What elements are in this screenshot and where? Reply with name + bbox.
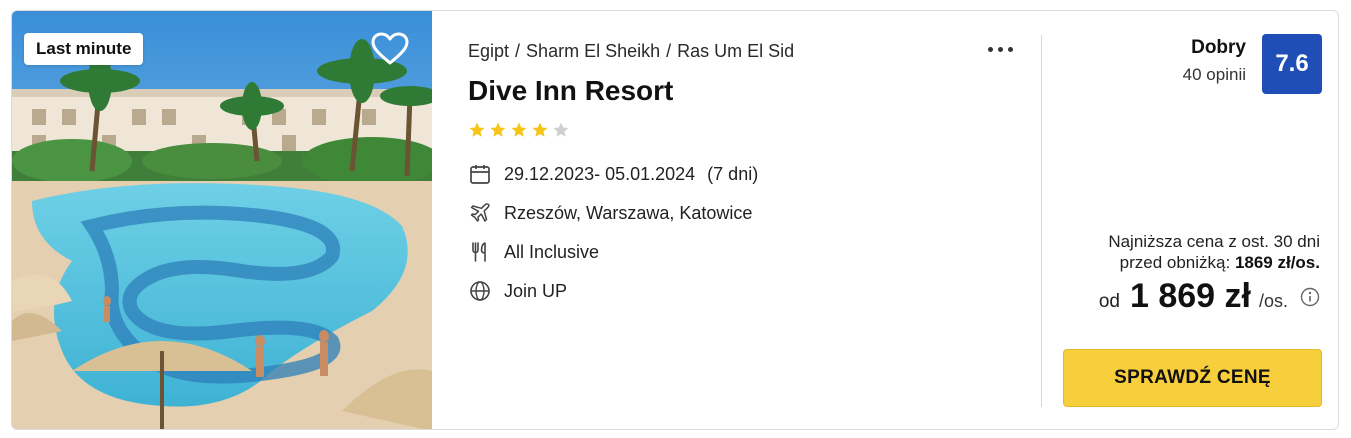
board-row: All Inclusive (468, 239, 599, 265)
departures-row: Rzeszów, Warszawa, Katowice (468, 200, 752, 226)
lowest-price-note: Najniższa cena z ost. 30 dni przed obniż… (1108, 231, 1320, 273)
cutlery-icon (472, 242, 486, 262)
operator-text: Join UP (504, 280, 568, 301)
star-rating (468, 121, 573, 139)
globe-icon (470, 281, 490, 301)
column-divider (1041, 35, 1042, 407)
plane-icon (470, 203, 490, 222)
star-filled-icon (469, 122, 485, 137)
price-prefix: od (1098, 291, 1120, 312)
star-empty-icon (553, 122, 569, 137)
check-price-button[interactable]: SPRAWDŹ CENĘ (1063, 349, 1322, 407)
star-filled-icon (490, 122, 506, 137)
board-text: All Inclusive (504, 241, 600, 262)
breadcrumb-city[interactable]: Ras Um El Sid (677, 41, 794, 61)
last-minute-badge: Last minute (24, 33, 144, 65)
breadcrumb-region[interactable]: Sharm El Sheikh (526, 41, 660, 61)
dates-row: 29.12.2023- 05.01.2024 (7 dni) (468, 161, 758, 187)
dates-text: 29.12.2023- 05.01.2024 (504, 163, 696, 184)
duration-text: (7 dni) (707, 163, 759, 184)
calendar-icon (470, 165, 490, 184)
lowest-price-value: 1869 zł/os. (1234, 253, 1320, 272)
breadcrumb: Egipt / Sharm El Sheikh / Ras Um El Sid (468, 41, 795, 61)
info-icon[interactable] (1300, 287, 1320, 307)
offer-card[interactable]: Last minute Egipt / Sharm El Sheikh / Ras Um… (11, 10, 1339, 430)
hotel-photo[interactable]: Last minute (12, 11, 432, 429)
star-filled-icon (511, 122, 527, 137)
heart-icon[interactable] (370, 31, 410, 67)
rating-word: Dobry (1191, 37, 1246, 58)
operator-row: Join UP (468, 278, 567, 304)
rating-score-badge: 7.6 (1262, 34, 1322, 94)
lowest-price-line1: Najniższa cena z ost. 30 dni (1108, 232, 1320, 251)
offer-info: Egipt / Sharm El Sheikh / Ras Um El Sid Dive… (468, 11, 1038, 429)
lowest-price-prefix: przed obniżką: (1119, 253, 1231, 272)
breadcrumb-country[interactable]: Egipt (468, 41, 509, 61)
star-filled-icon (532, 122, 548, 137)
price-row: od 1 869 zł /os. (1099, 277, 1320, 316)
hotel-photo-image (12, 11, 432, 429)
departures-text: Rzeszów, Warszawa, Katowice (504, 202, 753, 223)
hotel-name[interactable]: Dive Inn Resort (468, 75, 673, 107)
price-per-person: /os. (1258, 291, 1288, 311)
price-amount: 1 869 zł (1130, 277, 1251, 315)
reviews-count[interactable]: 40 opinii (1183, 65, 1246, 85)
more-dots-icon[interactable] (984, 37, 1018, 61)
